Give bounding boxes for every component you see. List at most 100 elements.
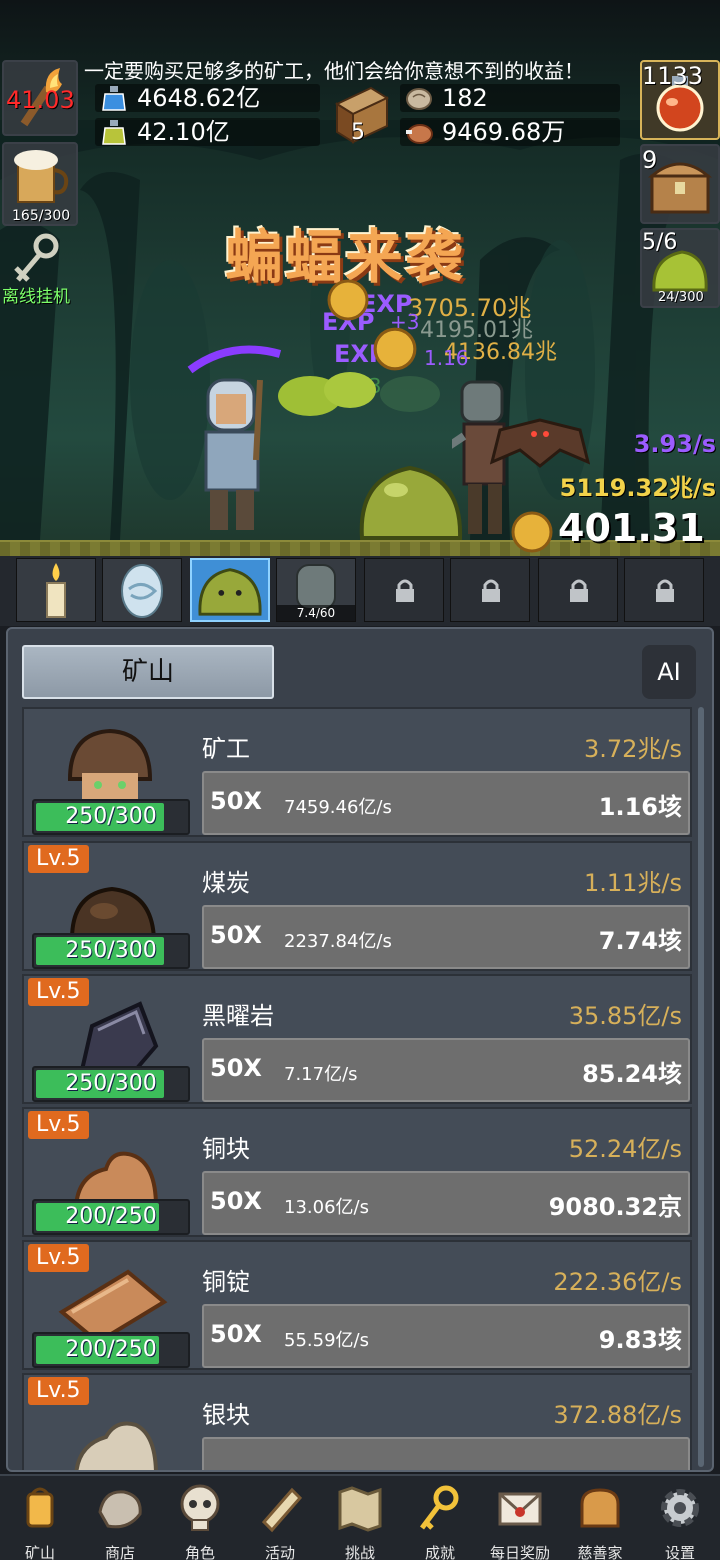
resource-rate: 372.88亿/s	[553, 1401, 682, 1429]
progress-text: 250/300	[65, 938, 157, 963]
buy-multiplier: 50X	[210, 787, 262, 815]
nav-character[interactable]: 角色	[160, 1478, 240, 1560]
progress-bar: 250/300	[32, 933, 190, 969]
scroll-icon	[261, 1487, 303, 1533]
tip-text: 一定要购买足够多的矿工，他们会给你意想不到的收益！	[84, 59, 584, 83]
offline-button[interactable]: 离线挂机	[2, 230, 82, 307]
buy-cost: 1.16垓	[598, 793, 682, 821]
gold-coin-icon	[511, 511, 553, 553]
resource-name: 铜锭	[202, 1268, 250, 1296]
egg-slot[interactable]	[102, 558, 182, 622]
progress-text: 250/300	[65, 1071, 157, 1096]
buy-button[interactable]: 50X 7459.46亿/s 1.16垓	[202, 771, 690, 835]
nav-daily-reward[interactable]: 每日奖励	[480, 1478, 560, 1560]
meat-icon	[406, 124, 433, 144]
green-potion-resource: 42.10亿	[95, 118, 320, 146]
egg-icon	[121, 564, 163, 618]
book-count: 5	[351, 120, 365, 145]
resource-rate: 3.72兆/s	[583, 735, 682, 763]
buy-button[interactable]: 50X 2237.84亿/s 7.74垓	[202, 905, 690, 969]
skull-icon	[180, 1484, 220, 1531]
resource-name: 矿工	[202, 735, 250, 763]
nav-label: 成就	[424, 1544, 455, 1560]
resource-row: 250/300 矿工 3.72兆/s 50X 7459.46亿/s 1.16垓	[22, 707, 692, 837]
nav-shop[interactable]: 商店	[80, 1478, 160, 1560]
blue-potion-resource: 4648.62亿	[95, 84, 320, 112]
progress-bar: 250/300	[32, 799, 190, 835]
buy-button[interactable]	[202, 1437, 690, 1470]
blue-potion-value: 4648.62亿	[137, 84, 261, 112]
key-icon	[14, 233, 59, 282]
nav-label: 挑战	[344, 1544, 375, 1560]
scrollbar[interactable]	[698, 707, 704, 1467]
green-potion-value: 42.10亿	[137, 118, 230, 146]
nav-mine[interactable]: 矿山	[0, 1478, 80, 1560]
nav-label: 每日奖励	[489, 1544, 550, 1560]
nav-achievements[interactable]: 成就	[400, 1478, 480, 1560]
ore-icon	[98, 1490, 142, 1529]
game-root: 一定要购买足够多的矿工，他们会给你意想不到的收益！ 4648.62亿 42.10…	[0, 0, 720, 1560]
buy-multiplier: 50X	[210, 921, 262, 949]
coin-icon	[327, 279, 369, 321]
beer-mug-icon	[14, 150, 69, 203]
nav-label: 角色	[184, 1544, 215, 1560]
stone-icon	[406, 88, 432, 110]
golden-key-icon	[420, 1485, 459, 1530]
stone-value: 182	[442, 84, 488, 112]
slime-slot[interactable]	[190, 558, 270, 622]
nav-settings[interactable]: 设置	[640, 1478, 720, 1560]
bottom-nav: 矿山 商店 角色 活动 挑战 成就 每日奖励 慈善家 设置	[0, 1474, 720, 1560]
buy-button[interactable]: 50X 55.59亿/s 9.83垓	[202, 1304, 690, 1368]
buy-cost: 9.83垓	[598, 1326, 682, 1354]
resource-rate: 52.24亿/s	[568, 1135, 682, 1163]
progress-text: 250/300	[65, 804, 157, 829]
potion-count: 1133	[642, 62, 704, 90]
buy-button[interactable]: 50X 13.06亿/s 9080.32京	[202, 1171, 690, 1235]
resource-name: 铜块	[202, 1135, 250, 1163]
battle-scene: 一定要购买足够多的矿工，他们会给你意想不到的收益！ 4648.62亿 42.10…	[0, 0, 720, 625]
offline-label: 离线挂机	[2, 287, 70, 307]
resource-name: 黑曜岩	[202, 1002, 274, 1030]
book-item[interactable]: 5	[331, 84, 391, 146]
beer-progress: 165/300	[12, 208, 71, 224]
resource-row: Lv.5 250/300 煤炭 1.11兆/s 50X 2237.84亿/s 7.74垓	[22, 841, 692, 971]
buy-per-second: 2237.84亿/s	[284, 931, 392, 952]
blue-potion-icon	[102, 86, 126, 111]
resource-row: Lv.5 200/250 铜块 52.24亿/s 50X 13.06亿/s 9080.32京	[22, 1107, 692, 1237]
green-potion-icon	[102, 120, 126, 145]
miner-helmet-icon	[67, 728, 153, 803]
candle-slot[interactable]	[16, 558, 96, 622]
slime-icon	[198, 568, 262, 616]
level-badge: Lv.5	[28, 1111, 89, 1139]
big-slime-enemy	[359, 465, 463, 540]
nav-philanthropist[interactable]: 慈善家	[560, 1478, 640, 1560]
meat-value: 9469.68万	[442, 118, 566, 146]
buy-button[interactable]: 50X 7.17亿/s 85.24垓	[202, 1038, 690, 1102]
mine-panel: 矿山 AI 250/300 矿工 3.72兆/s 50X 7459.46亿/s 1.16垓…	[6, 627, 714, 1472]
locked-slot[interactable]	[364, 558, 444, 622]
nav-events[interactable]: 活动	[240, 1478, 320, 1560]
buy-multiplier: 50X	[210, 1054, 262, 1082]
slime-count: 5/6	[642, 230, 678, 255]
envelope-icon	[498, 1492, 542, 1526]
tab-mine[interactable]: 矿山	[22, 645, 274, 699]
level-badge: Lv.5	[28, 978, 89, 1006]
buy-per-second: 7.17亿/s	[284, 1064, 358, 1085]
nav-challenge[interactable]: 挑战	[320, 1478, 400, 1560]
torch-value: 41.03	[6, 86, 75, 114]
progress-bar: 200/250	[32, 1332, 190, 1368]
nav-label: 矿山	[24, 1544, 55, 1560]
buy-per-second: 7459.46亿/s	[284, 797, 392, 818]
locked-slot[interactable]	[450, 558, 530, 622]
zombie-slot[interactable]: 7.4/60	[276, 558, 356, 622]
buy-per-second: 13.06亿/s	[284, 1197, 369, 1218]
resource-row: Lv.5 银块 372.88亿/s	[22, 1373, 692, 1470]
ai-button[interactable]: AI	[642, 645, 696, 699]
locked-slot[interactable]	[624, 558, 704, 622]
level-badge: Lv.5	[28, 1244, 89, 1272]
locked-slot[interactable]	[538, 558, 618, 622]
nav-label: 活动	[264, 1544, 295, 1560]
lock-icon	[396, 579, 414, 602]
resource-row: Lv.5 200/250 铜锭 222.36亿/s 50X 55.59亿/s 9.83垓	[22, 1240, 692, 1370]
level-badge: Lv.5	[28, 1377, 89, 1405]
